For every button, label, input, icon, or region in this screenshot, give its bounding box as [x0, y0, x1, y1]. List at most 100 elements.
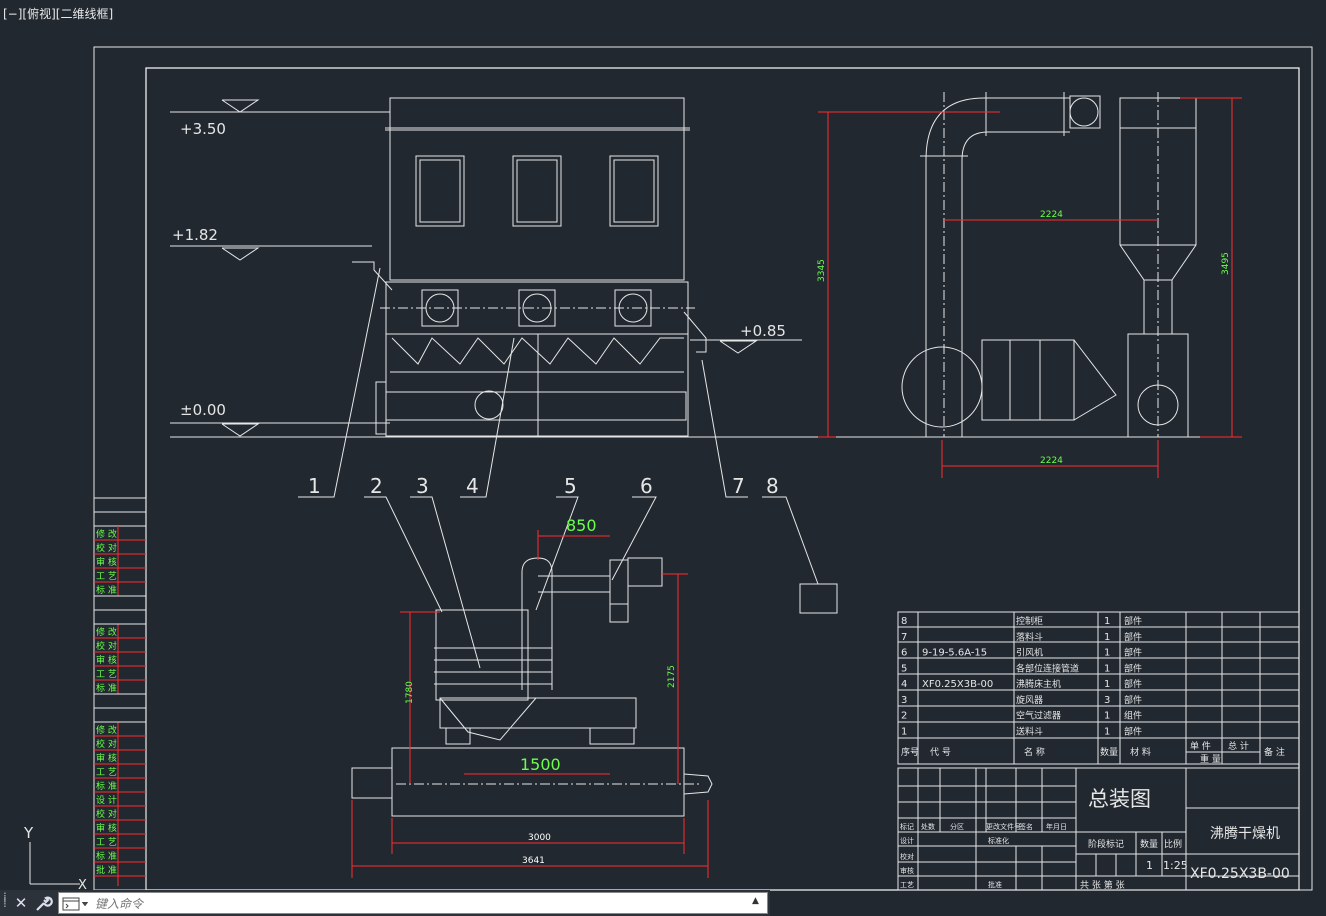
rev-a-4: 标 准 [96, 584, 117, 596]
bom-row-no: 1 [901, 726, 907, 737]
elev-000: ±0.00 [180, 401, 226, 419]
dim-1500: 1500 [520, 755, 561, 774]
bom-row-qty: 1 [1104, 711, 1110, 722]
wrench-icon[interactable] [33, 893, 53, 913]
bom-h-qty: 数量 [1100, 746, 1118, 758]
command-input-wrap: ▲ [58, 892, 768, 915]
callout-7: 7 [732, 474, 745, 498]
bom-row-qty: 1 [1104, 679, 1110, 690]
plan-view: 850 1500 1780 2175 3000 3641 [351, 516, 713, 878]
callout-2: 2 [370, 474, 383, 498]
bom-h-name: 名 称 [1024, 746, 1045, 758]
bom-h-weight: 重 量 [1200, 753, 1221, 765]
ucs-icon: Y X [23, 824, 87, 893]
dim-2224-top: 2224 [1040, 210, 1063, 220]
rev-b-0: 修 改 [96, 626, 117, 638]
bom-row-no: 7 [901, 632, 907, 643]
role-1: 校对 [900, 852, 914, 861]
bom-row-name: 控制柜 [1016, 615, 1043, 627]
bom-row-name: 引风机 [1016, 647, 1043, 659]
scale-value: 1:25 [1163, 859, 1188, 872]
bom-row-material: 部件 [1124, 631, 1142, 643]
dim-850: 850 [566, 516, 597, 535]
bom-row-name: 送料斗 [1016, 725, 1043, 737]
sign-2: 分区 [950, 822, 964, 831]
role-3: 工艺 [900, 881, 914, 889]
bom-row-name: 各部位连接管道 [1016, 662, 1079, 674]
bom-row-qty: 1 [1104, 726, 1110, 737]
std-label: 标准化 [988, 836, 1009, 845]
role-0: 设计 [900, 836, 914, 845]
command-bar: ⁞⁞ ✕ ▲ [0, 890, 770, 916]
drawing-canvas[interactable]: 修 改 校 对 审 核 工 艺 标 准 修 改 校 对 审 核 工 艺 标 准 … [0, 0, 1326, 916]
dim-3495: 3495 [1221, 252, 1231, 275]
command-input[interactable] [93, 893, 747, 915]
drag-handle-icon[interactable]: ⁞ ⁞ [3, 891, 7, 912]
bom-row-material: 部件 [1124, 694, 1142, 706]
rev-c-2: 审 核 [96, 752, 117, 764]
dim-3345: 3345 [817, 259, 827, 282]
dim-2175: 2175 [667, 665, 677, 688]
bom-row-material: 部件 [1124, 615, 1142, 627]
bom-row-qty: 3 [1104, 695, 1110, 706]
front-view: +3.50 +1.82 ±0.00 +0.85 [170, 97, 1240, 438]
sign-1: 处数 [921, 822, 935, 831]
bom-h-material: 材 料 [1130, 746, 1151, 758]
rev-a-3: 工 艺 [96, 571, 117, 582]
dim-2224-bottom: 2224 [1040, 456, 1063, 466]
sign-5: 年月日 [1046, 822, 1067, 831]
bom-row-code: 9-19-5.6A-15 [922, 648, 987, 659]
dim-3641: 3641 [522, 856, 545, 866]
rev-c-4: 标 准 [96, 780, 117, 792]
bom-row-qty: 1 [1104, 648, 1110, 659]
callout-3: 3 [416, 474, 429, 498]
bom-row-material: 部件 [1124, 647, 1142, 659]
rev-c-8: 工 艺 [96, 837, 117, 848]
rev-c-0: 修 改 [96, 724, 117, 736]
callout-4: 4 [466, 474, 479, 498]
bom-row-name: 沸腾床主机 [1016, 678, 1061, 690]
bom-row-material: 部件 [1124, 662, 1142, 674]
sign-3: 更改文件号 [986, 822, 1021, 831]
bom-h-remark: 备 注 [1264, 746, 1285, 758]
product-name: 沸腾干燥机 [1210, 825, 1280, 842]
bom-h-total: 总 计 [1228, 740, 1249, 752]
bom-row-qty: 1 [1104, 616, 1110, 627]
qty-value: 1 [1146, 859, 1153, 872]
drawing-title: 总装图 [1088, 787, 1151, 811]
dim-3000: 3000 [528, 833, 551, 843]
bom-row-no: 3 [901, 695, 907, 706]
callout-5: 5 [564, 474, 577, 498]
stage-label: 阶段标记 [1088, 838, 1124, 850]
bom-row-no: 5 [901, 663, 907, 674]
scale-label: 比例 [1164, 838, 1182, 850]
bom-row-material: 部件 [1124, 678, 1142, 690]
rev-c-7: 审 核 [96, 822, 117, 834]
rev-c-1: 校 对 [96, 738, 117, 750]
chevron-up-icon[interactable]: ▲ [752, 896, 764, 910]
side-view: 3345 3495 2224 2224 [817, 92, 1242, 478]
bom-table: 8 控制柜 1 部件 7 落料斗 1 部件 6 9-19-5.6A-15 引风机 1 部件 5 各部位连接管… [897, 611, 1300, 765]
callout-6: 6 [640, 474, 653, 498]
rev-c-5: 设 计 [96, 794, 117, 806]
elev-350: +3.50 [180, 120, 226, 138]
bom-row-qty: 1 [1104, 632, 1110, 643]
elev-182: +1.82 [172, 226, 218, 244]
bom-row-no: 4 [901, 679, 907, 690]
rev-c-10: 批 准 [96, 864, 117, 876]
qty-label: 数量 [1140, 838, 1158, 850]
rev-b-4: 标 准 [96, 682, 117, 694]
bom-row-material: 组件 [1124, 710, 1142, 722]
command-prompt-icon[interactable] [62, 896, 90, 912]
bom-row-no: 8 [901, 616, 907, 627]
bom-row-no: 2 [901, 711, 907, 722]
approve-label: 批准 [988, 880, 1002, 889]
drawing-number: XF0.25X3B-00 [1190, 866, 1290, 882]
elev-085: +0.85 [740, 322, 786, 340]
bom-row-material: 部件 [1124, 725, 1142, 737]
bom-row-name: 落料斗 [1016, 631, 1043, 643]
close-icon[interactable]: ✕ [12, 893, 30, 913]
bom-row-name: 旋风器 [1016, 694, 1043, 706]
sign-0: 标记 [900, 822, 914, 831]
callout-1: 1 [308, 474, 321, 498]
